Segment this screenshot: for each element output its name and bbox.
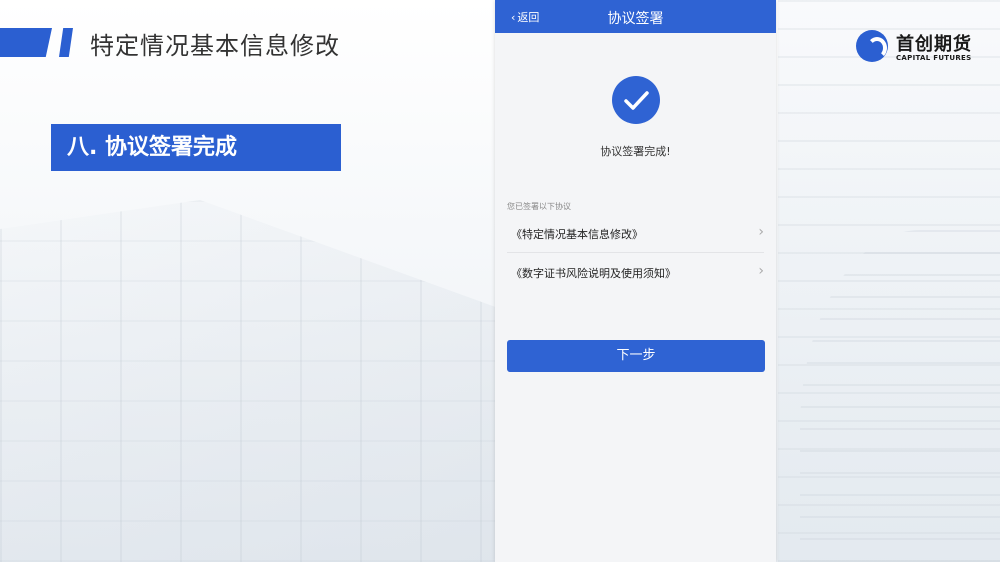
page-title: 特定情况基本信息修改 <box>90 32 340 60</box>
title-accent-stripe <box>59 28 73 57</box>
success-message: 协议签署完成! <box>600 145 671 158</box>
logo-mark-icon <box>856 30 888 62</box>
nav-title: 协议签署 <box>607 11 664 27</box>
company-logo: 首创期货 CAPITAL FUTURES <box>856 30 986 66</box>
chevron-right-icon: › <box>758 224 764 240</box>
signed-section-label: 您已签署以下协议 <box>507 202 571 211</box>
agreement-label: 《特定情况基本信息修改》 <box>511 228 643 241</box>
background-building-curve <box>800 230 1000 562</box>
chevron-right-icon: › <box>758 263 764 279</box>
checkmark-icon <box>612 76 660 124</box>
agreement-item[interactable]: 《数字证书风险说明及使用须知》 › <box>495 254 776 292</box>
next-step-button[interactable]: 下一步 <box>507 340 765 372</box>
logo-name-en: CAPITAL FUTURES <box>896 54 972 62</box>
divider <box>507 252 764 253</box>
agreement-label: 《数字证书风险说明及使用须知》 <box>511 267 676 280</box>
logo-name-cn: 首创期货 <box>896 34 972 55</box>
background-building-right <box>778 0 1000 562</box>
title-accent-bar <box>0 28 52 57</box>
nav-bar: ‹ 返回 协议签署 <box>495 0 776 33</box>
section-heading: 八. 协议签署完成 <box>51 124 341 171</box>
background-building-left <box>0 200 500 562</box>
agreement-item[interactable]: 《特定情况基本信息修改》 › <box>495 215 776 253</box>
phone-screen: ‹ 返回 协议签署 协议签署完成! 您已签署以下协议 《特定情况基本信息修改》 ›… <box>495 0 776 562</box>
